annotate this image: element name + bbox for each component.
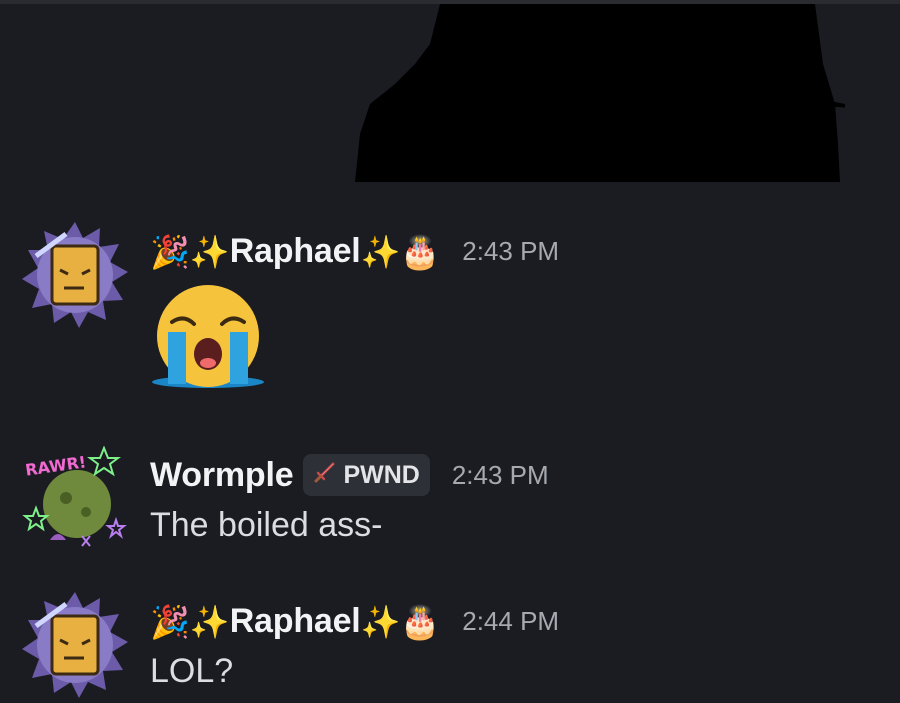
message-content: LOL? xyxy=(150,652,234,690)
timestamp[interactable]: 2:43 PM xyxy=(452,460,549,491)
sword-icon xyxy=(313,460,337,491)
message-header: 🎉✨ Raphael ✨🎂 2:44 PM xyxy=(150,602,559,641)
message-header: Wormple PWND 2:43 PM xyxy=(150,454,549,496)
message-item: 🎉✨ Raphael ✨🎂 2:43 PM xyxy=(0,222,900,397)
avatar[interactable] xyxy=(22,222,128,328)
guild-tag[interactable]: PWND xyxy=(303,454,430,496)
username[interactable]: Raphael xyxy=(230,232,361,271)
message-item: 🎉✨ Raphael ✨🎂 2:44 PM LOL? xyxy=(0,592,900,703)
username-suffix-emoji: ✨🎂 xyxy=(360,603,441,640)
timestamp[interactable]: 2:44 PM xyxy=(462,606,559,637)
avatar[interactable] xyxy=(22,592,128,698)
loudly-crying-face-icon[interactable] xyxy=(150,284,266,395)
username[interactable]: Raphael xyxy=(230,602,361,641)
username-suffix-emoji: ✨🎂 xyxy=(360,233,441,270)
guild-tag-label: PWND xyxy=(343,460,420,489)
image-attachment[interactable] xyxy=(345,4,845,182)
message-item: RAWR! Wormple PWND 2:43 PM The boiled as… xyxy=(0,446,900,556)
timestamp[interactable]: 2:43 PM xyxy=(462,236,559,267)
username-prefix-emoji: 🎉✨ xyxy=(150,603,230,640)
username-prefix-emoji: 🎉✨ xyxy=(150,233,230,270)
avatar[interactable]: RAWR! xyxy=(22,446,128,552)
username[interactable]: Wormple xyxy=(150,456,294,495)
message-header: 🎉✨ Raphael ✨🎂 2:43 PM xyxy=(150,232,559,271)
message-content: The boiled ass- xyxy=(150,506,383,544)
